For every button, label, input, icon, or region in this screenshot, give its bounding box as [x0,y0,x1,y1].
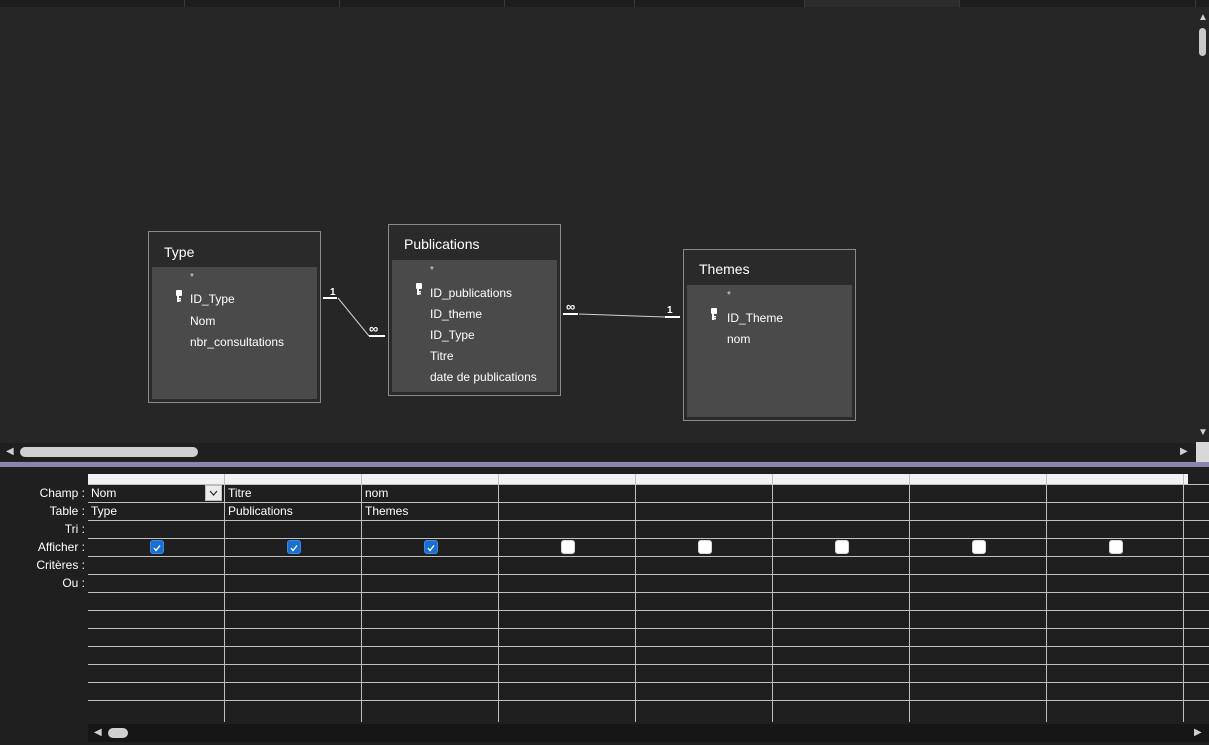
table-cell[interactable]: Themes [365,504,408,518]
scroll-thumb[interactable] [20,447,198,457]
row-label-criteria: Critères : [36,558,85,572]
triangle-right-icon[interactable]: ▶ [1194,728,1202,738]
show-checkbox[interactable] [835,540,849,554]
grid-column[interactable] [636,474,773,722]
triangle-left-icon[interactable]: ◀ [94,728,102,738]
row-label-field: Champ : [39,486,85,500]
rel-one-label: 1 [667,305,673,316]
table-publications[interactable]: Publications * ID_publications ID_theme … [388,224,561,396]
scroll-thumb[interactable] [108,728,128,738]
all-fields-star[interactable]: * [190,272,194,283]
table-cell[interactable]: Type [91,504,117,518]
key-icon [416,283,422,295]
show-checkbox[interactable] [698,540,712,554]
field-dropdown-button[interactable] [205,485,222,501]
table-cell[interactable]: Publications [228,504,293,518]
show-checkbox[interactable] [561,540,575,554]
table-title: Type [164,244,195,260]
chevron-down-icon [209,490,218,496]
triangle-up-icon[interactable]: ▲ [1198,13,1208,23]
query-design-grid-area: Champ : Table : Tri : Afficher : Critère… [0,467,1209,745]
scroll-thumb[interactable] [1199,28,1206,56]
table-themes[interactable]: Themes * ID_Theme nom [683,249,856,421]
row-label-show: Afficher : [37,540,85,554]
field-cell[interactable]: Nom [91,486,116,500]
field-item[interactable]: date de publications [430,370,537,384]
field-cell[interactable]: nom [365,486,388,500]
triangle-down-icon[interactable]: ▼ [1198,428,1208,438]
field-item[interactable]: Titre [430,349,454,363]
key-icon [176,290,182,302]
field-item[interactable]: ID_Type [190,292,235,306]
field-item[interactable]: nbr_consultations [190,335,284,349]
all-fields-star[interactable]: * [430,265,434,276]
field-list[interactable]: * ID_publications ID_theme ID_Type Titre… [392,260,557,392]
field-item[interactable]: ID_publications [430,286,512,300]
table-type[interactable]: Type * ID_Type Nom nbr_consultations [148,231,321,403]
grid-column[interactable] [499,474,636,722]
field-item[interactable]: nom [727,332,750,346]
show-checkbox[interactable] [424,540,438,554]
rel-one-label: 1 [330,287,336,298]
grid-column[interactable]: nom Themes [362,474,499,722]
field-item[interactable]: ID_Type [430,328,475,342]
field-item[interactable]: ID_theme [430,307,482,321]
row-label-sort: Tri : [64,522,85,536]
scroll-corner [1196,442,1209,462]
row-label-table: Table : [49,504,85,518]
show-checkbox[interactable] [287,540,301,554]
field-item[interactable]: Nom [190,314,215,328]
grid-column[interactable] [910,474,1047,722]
grid-column[interactable]: Titre Publications [225,474,362,722]
field-list[interactable]: * ID_Theme nom [687,285,852,417]
table-title: Publications [404,236,480,252]
show-checkbox[interactable] [972,540,986,554]
grid-row-labels: Champ : Table : Tri : Afficher : Critère… [0,484,85,592]
grid-column[interactable] [773,474,910,722]
rel-many-label: ∞ [369,321,379,336]
query-diagram-pane[interactable]: 1 ∞ ∞ 1 Type * ID_Type Nom nbr_consultat… [0,0,1209,462]
grid-column[interactable]: Nom Type [88,474,225,722]
show-checkbox[interactable] [1109,540,1123,554]
show-checkbox[interactable] [150,540,164,554]
query-design-grid[interactable]: Nom Type Titre Publications nom Themes ◀… [88,474,1209,742]
rel-many-label: ∞ [566,299,576,314]
field-cell[interactable]: Titre [228,486,252,500]
triangle-right-icon[interactable]: ▶ [1180,447,1188,457]
table-title: Themes [699,261,750,277]
row-label-or: Ou : [62,576,85,590]
diagram-vertical-scrollbar[interactable]: ▲ ▼ [1196,8,1209,442]
field-list[interactable]: * ID_Type Nom nbr_consultations [152,267,317,399]
grid-horizontal-scrollbar[interactable]: ◀ ▶ [88,724,1209,742]
field-item[interactable]: ID_Theme [727,311,783,325]
diagram-horizontal-scrollbar[interactable]: ◀ ▶ [0,443,1196,461]
key-icon [711,308,717,320]
grid-column[interactable] [1047,474,1184,722]
all-fields-star[interactable]: * [727,290,731,301]
triangle-left-icon[interactable]: ◀ [6,447,14,457]
